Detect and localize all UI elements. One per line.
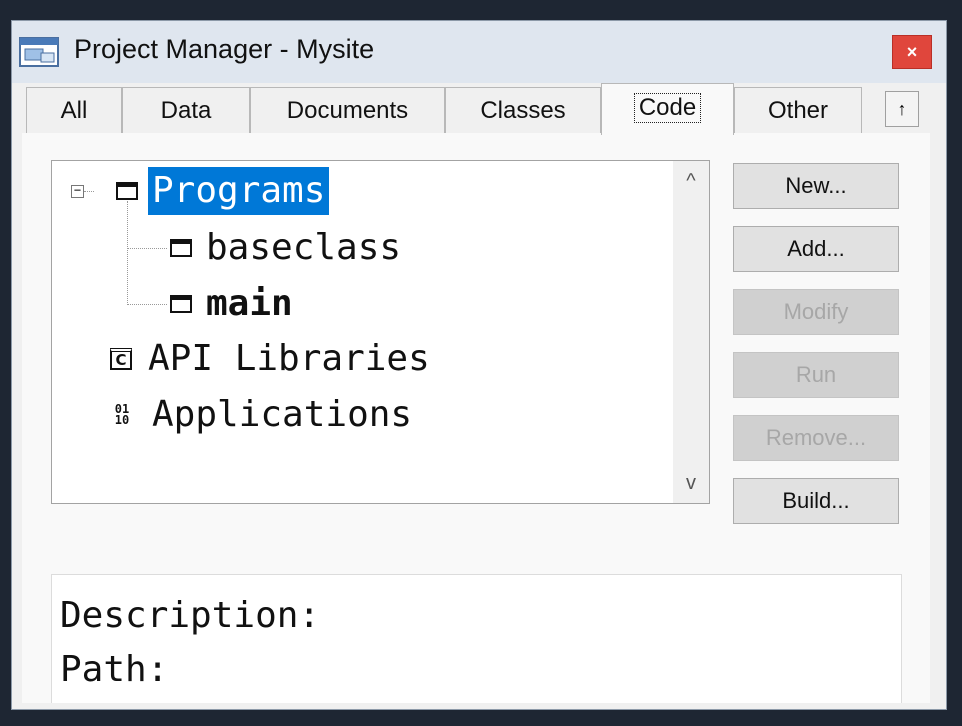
new-button[interactable]: New... [733, 163, 899, 209]
tab-classes[interactable]: Classes [445, 87, 601, 133]
tab-label: All [60, 96, 88, 124]
tree-node-api-libraries[interactable]: C API Libraries [110, 333, 434, 385]
title-bar[interactable]: Project Manager - Mysite × [12, 21, 946, 83]
button-label: Build... [782, 488, 850, 513]
button-label: New... [785, 173, 847, 198]
tab-label: Data [160, 96, 212, 124]
collapse-toggle-icon[interactable]: − [71, 184, 84, 198]
tree-node-applications[interactable]: 01 10 Applications [110, 389, 416, 441]
tab-label: Code [633, 92, 702, 123]
code-tab-panel: − Programs baseclass main C API Librarie… [22, 133, 930, 703]
project-manager-icon [19, 37, 59, 67]
program-window-icon [170, 295, 192, 313]
tree-node-baseclass[interactable]: baseclass [170, 222, 405, 274]
tree-node-main[interactable]: main [170, 278, 297, 330]
details-pane: Description: Path: [51, 574, 902, 703]
scroll-down-icon[interactable]: v [673, 463, 709, 503]
build-button[interactable]: Build... [733, 478, 899, 524]
api-library-icon: C [110, 348, 132, 370]
button-label: Remove... [765, 425, 867, 450]
tab-code[interactable]: Code [601, 83, 734, 135]
project-tree[interactable]: − Programs baseclass main C API Librarie… [51, 160, 710, 504]
tree-node-label: baseclass [206, 227, 402, 268]
remove-button[interactable]: Remove... [733, 415, 899, 461]
button-label: Run [795, 362, 837, 387]
tree-node-programs[interactable]: Programs [116, 165, 330, 217]
window-title: Project Manager - Mysite [74, 34, 375, 64]
run-button[interactable]: Run [733, 352, 899, 398]
tab-strip: All Data Documents Classes Code Other ↑ [12, 83, 946, 135]
program-window-icon [170, 239, 192, 257]
tree-node-label: API Libraries [148, 338, 430, 379]
description-label: Description: [60, 595, 321, 636]
tree-scrollbar[interactable]: ^ v [673, 161, 709, 503]
modify-button[interactable]: Modify [733, 289, 899, 335]
tab-label: Documents [286, 96, 409, 124]
tree-node-label: main [206, 283, 293, 324]
button-label: Modify [783, 299, 849, 324]
tree-connector [127, 304, 167, 305]
tab-scroll-button[interactable]: ↑ [885, 91, 919, 127]
path-label: Path: [60, 649, 169, 690]
close-button[interactable]: × [892, 35, 932, 69]
scroll-up-icon[interactable]: ^ [673, 161, 709, 201]
tab-other[interactable]: Other [734, 87, 862, 133]
add-button[interactable]: Add... [733, 226, 899, 272]
tree-node-label: Programs [148, 167, 330, 215]
tree-node-label: Applications [152, 394, 413, 435]
tab-documents[interactable]: Documents [250, 87, 445, 133]
tree-connector [127, 248, 167, 249]
tab-all[interactable]: All [26, 87, 122, 133]
tab-label: Other [767, 96, 829, 124]
tab-data[interactable]: Data [122, 87, 250, 133]
tree-connector [84, 191, 94, 192]
button-label: Add... [787, 236, 845, 261]
tab-label: Classes [480, 96, 566, 124]
project-manager-window: Project Manager - Mysite × All Data Docu… [11, 20, 947, 710]
binary-app-icon: 01 10 [114, 402, 130, 427]
program-window-icon [116, 182, 138, 200]
